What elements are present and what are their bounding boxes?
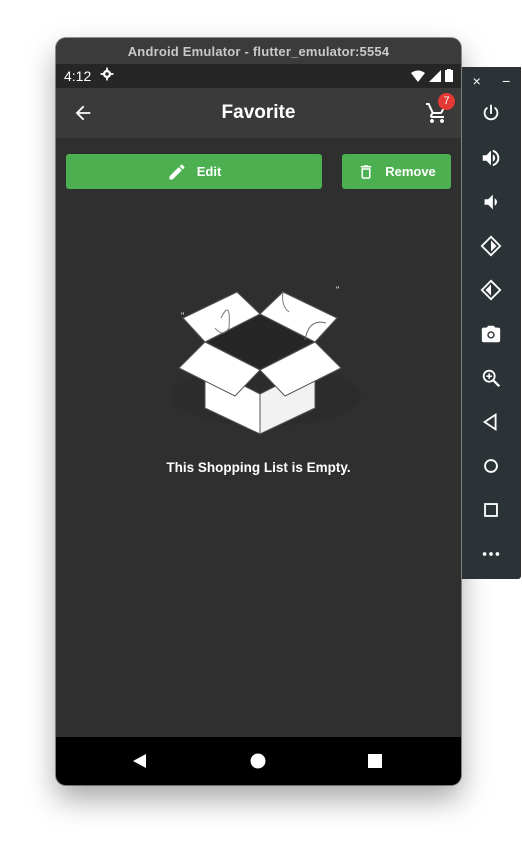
power-icon[interactable] — [480, 102, 502, 124]
rotate-right-icon[interactable] — [480, 279, 502, 301]
nav-back-icon[interactable] — [132, 753, 148, 769]
signal-icon — [429, 69, 441, 82]
nav-overview-icon[interactable] — [367, 753, 383, 769]
window-title: Android Emulator - flutter_emulator:5554 — [56, 38, 461, 64]
svg-text:": " — [336, 285, 339, 295]
overview-icon[interactable] — [480, 499, 502, 521]
remove-label: Remove — [385, 164, 436, 179]
status-bar: 4:12 — [56, 64, 461, 88]
close-toolbar-icon[interactable]: × — [473, 73, 481, 89]
battery-icon — [445, 69, 453, 82]
settings-gear-icon — [100, 67, 114, 81]
svg-text:": " — [181, 311, 184, 321]
trash-icon — [360, 164, 372, 179]
cart-count-badge: 7 — [438, 93, 455, 110]
toolbar-window-controls: × − — [462, 67, 521, 94]
camera-icon[interactable] — [480, 323, 502, 345]
rotate-left-icon[interactable] — [480, 235, 502, 257]
emulator-window: Android Emulator - flutter_emulator:5554… — [56, 38, 461, 785]
minimize-toolbar-icon[interactable]: − — [502, 73, 510, 89]
status-time: 4:12 — [64, 68, 92, 84]
empty-box-illustration: " " — [171, 285, 361, 435]
android-nav-bar — [56, 737, 461, 785]
volume-up-icon[interactable] — [480, 147, 502, 169]
wifi-icon — [411, 70, 425, 82]
edit-button[interactable]: Edit — [66, 154, 322, 189]
page-title: Favorite — [221, 102, 296, 123]
emulator-side-toolbar: × − — [462, 67, 521, 579]
app-bar: Favorite 7 — [56, 88, 461, 138]
volume-down-icon[interactable] — [480, 191, 502, 213]
status-icons — [411, 69, 453, 82]
pencil-icon — [169, 164, 185, 179]
zoom-icon[interactable] — [480, 367, 502, 389]
more-icon[interactable] — [480, 543, 502, 565]
empty-state-message: This Shopping List is Empty. — [166, 460, 351, 475]
home-icon[interactable] — [480, 455, 502, 477]
remove-button[interactable]: Remove — [342, 154, 451, 189]
nav-home-icon[interactable] — [250, 753, 266, 769]
back-icon[interactable] — [480, 411, 502, 433]
edit-label: Edit — [196, 164, 222, 179]
